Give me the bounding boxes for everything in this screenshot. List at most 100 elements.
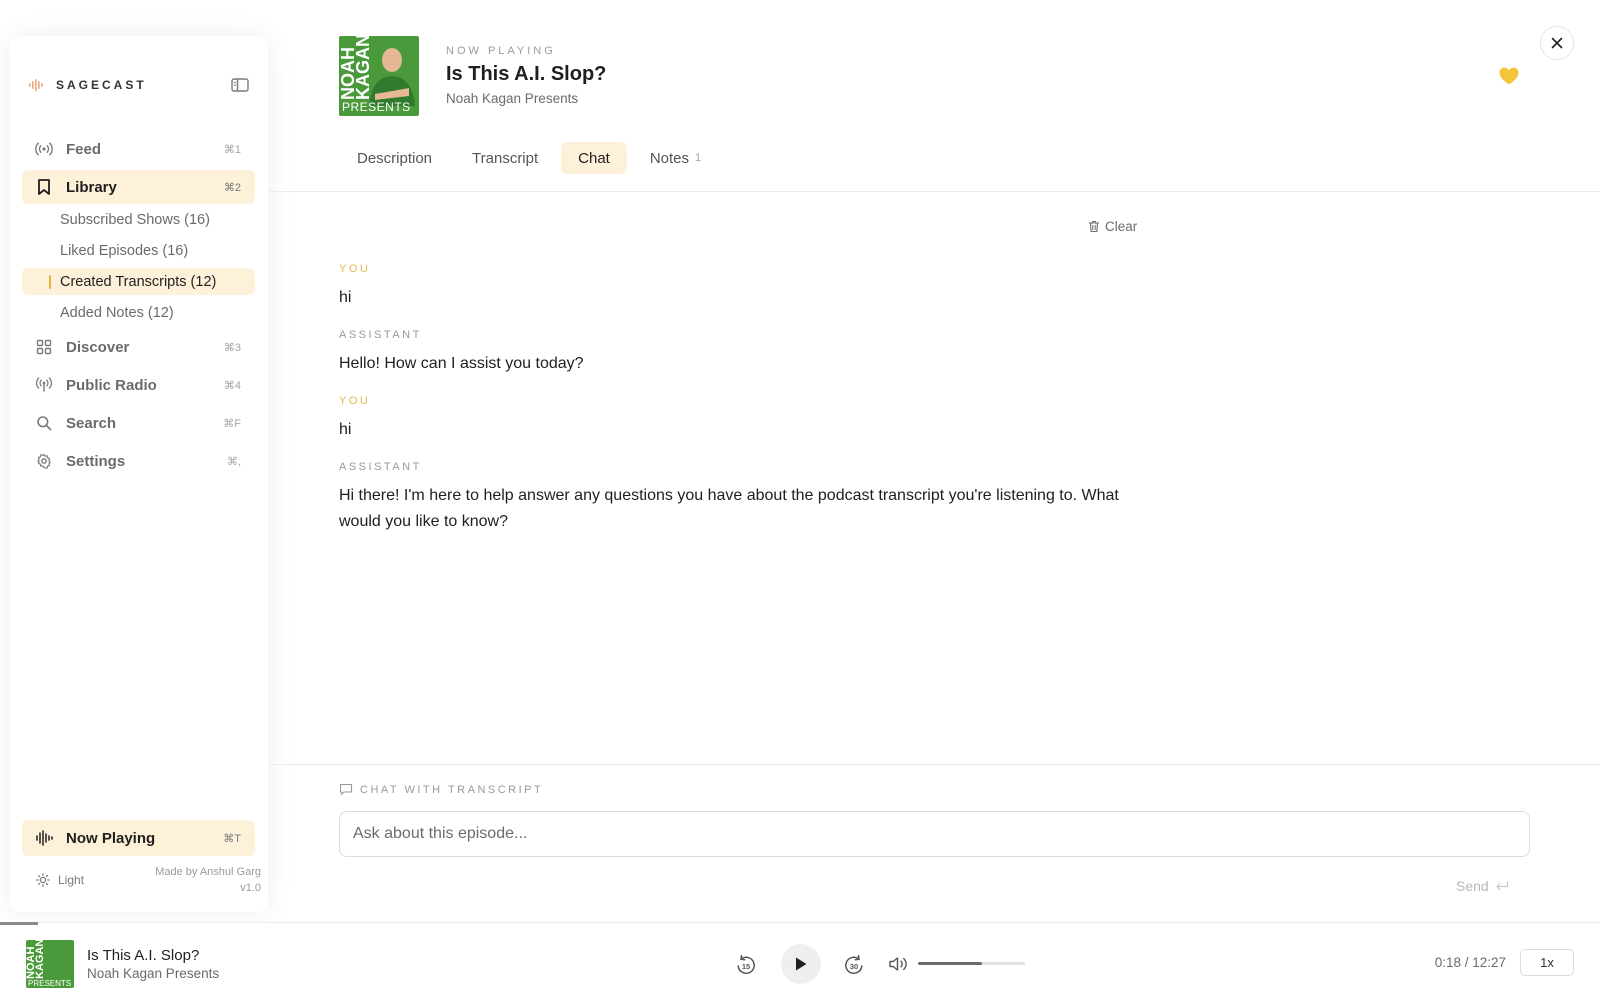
heart-icon[interactable] (1498, 66, 1520, 86)
message-role: ASSISTANT (339, 329, 422, 341)
chat-input-label-text: CHAT WITH TRANSCRIPT (360, 783, 544, 796)
close-button[interactable] (1540, 26, 1574, 60)
brand-name: SAGECAST (56, 78, 147, 92)
sidebar-item-library[interactable]: Library ⌘2 (22, 170, 255, 204)
svg-text:15: 15 (742, 962, 750, 971)
divider (268, 191, 1600, 192)
skip-back-button[interactable]: 15 (734, 953, 758, 977)
sidebar-nav: Feed ⌘1 Library ⌘2 Subscribed Shows (16)… (22, 132, 255, 482)
bookmark-icon (34, 177, 54, 197)
notes-count-badge: 1 (695, 152, 702, 164)
radio-tower-icon (34, 375, 54, 395)
svg-text:30: 30 (850, 962, 858, 971)
audio-waveform-icon (34, 828, 54, 848)
library-sub-liked-episodes[interactable]: Liked Episodes (16) (22, 237, 255, 264)
grid-icon (34, 337, 54, 357)
skip-forward-30-icon: 30 (845, 954, 863, 975)
theme-toggle[interactable]: Light (36, 873, 84, 887)
tab-label: Transcript (472, 149, 539, 167)
sidebar-item-public-radio[interactable]: Public Radio ⌘4 (22, 368, 255, 402)
sidebar-item-label: Settings (66, 452, 126, 470)
player-title: Is This A.I. Slop? (87, 947, 200, 964)
sidebar-toggle-icon[interactable] (230, 76, 250, 94)
broadcast-icon (34, 139, 54, 159)
speaker-icon (889, 957, 907, 971)
sidebar-item-feed[interactable]: Feed ⌘1 (22, 132, 255, 166)
episode-tabs: Description Transcript Chat Notes 1 (340, 142, 724, 174)
credits: Made by Anshul Garg v1.0 (155, 864, 261, 896)
playback-speed-button[interactable]: 1x (1520, 949, 1574, 976)
artwork-subtitle: PRESENTS (28, 979, 72, 988)
sidebar-item-settings[interactable]: Settings ⌘, (22, 444, 255, 478)
volume-fill (918, 962, 983, 965)
shortcut-hint: ⌘4 (223, 379, 241, 392)
tab-notes[interactable]: Notes 1 (633, 142, 718, 174)
player-bar: NOAH KAGAN PRESENTS Is This A.I. Slop? N… (0, 922, 1600, 1000)
show-name[interactable]: Noah Kagan Presents (446, 91, 578, 106)
sidebar: SAGECAST Feed ⌘1 Library ⌘2 Subscribed S… (10, 36, 268, 912)
close-icon (1551, 37, 1563, 49)
tab-label: Notes (649, 149, 690, 167)
chat-message: ASSISTANT Hello! How can I assist you to… (339, 328, 1139, 377)
sidebar-item-now-playing[interactable]: Now Playing ⌘T (22, 820, 255, 856)
volume-button[interactable] (888, 954, 910, 974)
skip-forward-button[interactable]: 30 (842, 953, 866, 977)
sidebar-item-label: Public Radio (66, 376, 157, 394)
episode-title: Is This A.I. Slop? (446, 63, 607, 85)
theme-label: Light (58, 873, 85, 887)
library-sub-added-notes[interactable]: Added Notes (12) (22, 299, 255, 326)
tab-transcript[interactable]: Transcript (455, 142, 555, 174)
sun-icon (36, 873, 50, 887)
chat-input-label: CHAT WITH TRANSCRIPT (339, 783, 543, 796)
library-sub-subscribed-shows[interactable]: Subscribed Shows (16) (22, 206, 255, 233)
sidebar-item-discover[interactable]: Discover ⌘3 (22, 330, 255, 364)
brand: SAGECAST (28, 74, 250, 96)
search-icon (34, 413, 54, 433)
sidebar-item-search[interactable]: Search ⌘F (22, 406, 255, 440)
gear-icon (34, 451, 54, 471)
now-playing-label: Now Playing (66, 829, 156, 847)
tab-chat[interactable]: Chat (561, 142, 627, 174)
playback-progress[interactable] (0, 922, 1600, 925)
waveform-logo-icon (29, 79, 43, 91)
playback-time: 0:18 / 12:27 (1434, 955, 1506, 970)
message-role: ASSISTANT (339, 461, 422, 473)
artwork-title: NOAH KAGAN (339, 36, 373, 100)
volume-slider[interactable] (918, 962, 1025, 965)
chat-input[interactable] (339, 811, 1530, 857)
artwork-subtitle: PRESENTS (342, 100, 411, 114)
episode-artwork: NOAH KAGAN PRESENTS (339, 36, 419, 116)
chat-messages: YOU hi ASSISTANT Hello! How can I assist… (339, 262, 1139, 552)
tab-description[interactable]: Description (340, 142, 449, 174)
tab-label: Description (357, 149, 433, 167)
player-artwork: NOAH KAGAN PRESENTS (26, 940, 74, 988)
library-sub-created-transcripts[interactable]: Created Transcripts (12) (22, 268, 255, 295)
trash-icon (1089, 220, 1099, 233)
message-text: hi (339, 289, 352, 306)
message-text: Hi there! I'm here to help answer any qu… (339, 487, 1119, 530)
message-text: hi (339, 421, 352, 438)
message-role: YOU (339, 395, 371, 407)
chat-message: YOU hi (339, 262, 1139, 311)
send-label: Send (1456, 878, 1489, 894)
player-show: Noah Kagan Presents (87, 966, 220, 981)
now-playing-label: NOW PLAYING (446, 45, 556, 57)
shortcut-hint: ⌘F (223, 417, 241, 430)
made-by-text: Made by Anshul Garg (155, 866, 261, 878)
artwork-title: NOAH KAGAN (26, 940, 46, 979)
library-submenu: Subscribed Shows (16) Liked Episodes (16… (22, 206, 255, 326)
version-text: v1.0 (240, 882, 261, 894)
message-text: Hello! How can I assist you today? (339, 355, 584, 372)
play-icon (796, 957, 807, 971)
chat-bubble-icon (339, 783, 353, 796)
play-button[interactable] (781, 944, 821, 984)
shortcut-hint: ⌘, (226, 455, 241, 468)
clear-chat-button[interactable]: Clear (1088, 219, 1137, 234)
sidebar-item-label: Feed (66, 140, 102, 158)
sidebar-item-label: Library (66, 178, 117, 196)
tab-label: Chat (578, 149, 610, 167)
divider (268, 764, 1600, 765)
chat-message: ASSISTANT Hi there! I'm here to help ans… (339, 460, 1139, 535)
shortcut-hint: ⌘3 (223, 341, 241, 354)
send-button[interactable]: Send (1456, 878, 1509, 894)
